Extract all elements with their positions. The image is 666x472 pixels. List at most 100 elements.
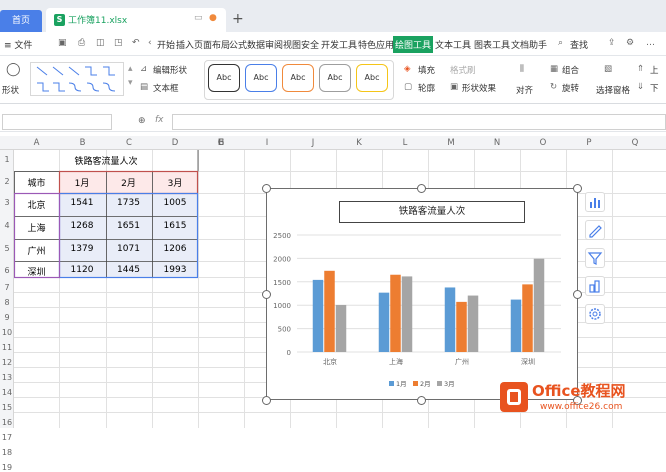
table-cell[interactable]: 广州 xyxy=(14,244,59,257)
text-box-button[interactable]: 文本框 xyxy=(153,82,179,94)
row-header[interactable]: 7 xyxy=(0,283,14,292)
column-header[interactable]: M xyxy=(428,138,474,148)
column-header[interactable]: H xyxy=(198,138,244,148)
gallery-scroll-icon[interactable]: ▴ xyxy=(128,64,133,74)
resize-handle[interactable] xyxy=(417,184,426,193)
select-pane-button[interactable]: 选择窗格 xyxy=(596,84,630,96)
table-cell[interactable]: 1379 xyxy=(59,244,105,254)
edit-shape-button[interactable]: 编辑形状 xyxy=(153,64,187,76)
rotate-button[interactable]: 旋转 xyxy=(562,82,579,94)
menu-item-insert[interactable]: 插入 xyxy=(176,38,194,51)
menu-item-review[interactable]: 审阅 xyxy=(265,38,283,51)
table-cell[interactable]: 1615 xyxy=(152,221,198,231)
menu-item-data[interactable]: 数据 xyxy=(247,38,265,51)
menu-item-formula[interactable]: 公式 xyxy=(229,38,247,51)
row-header[interactable]: 11 xyxy=(0,343,14,352)
preview-icon[interactable]: ◫ xyxy=(96,38,105,48)
column-header[interactable]: I xyxy=(244,138,290,148)
table-cell[interactable]: 1071 xyxy=(105,244,152,254)
row-header[interactable]: 13 xyxy=(0,373,14,382)
chart-filter-button[interactable] xyxy=(585,248,605,268)
table-cell[interactable]: 1445 xyxy=(105,265,152,275)
table-title[interactable]: 铁路客流量人次 xyxy=(14,154,198,167)
resize-handle[interactable] xyxy=(262,290,271,299)
column-header[interactable]: C xyxy=(106,138,152,148)
shape-icon[interactable]: ◯ xyxy=(6,62,21,77)
table-cell[interactable]: 1993 xyxy=(152,265,198,275)
column-header[interactable]: K xyxy=(336,138,382,148)
menu-item-chart-tools[interactable]: 图表工具 xyxy=(474,38,510,51)
resize-handle[interactable] xyxy=(262,184,271,193)
shape-button[interactable]: 形状 xyxy=(2,84,19,96)
row-header[interactable]: 6 xyxy=(0,266,14,275)
resize-handle[interactable] xyxy=(573,290,582,299)
chart-type-button[interactable] xyxy=(585,276,605,296)
menu-item-start[interactable]: 开始 xyxy=(157,38,175,51)
format-brush-button[interactable]: 格式刷 xyxy=(450,64,476,76)
table-cell[interactable]: 北京 xyxy=(14,198,59,211)
row-header[interactable]: 1 xyxy=(0,155,14,164)
settings-icon[interactable]: ⚙ xyxy=(626,38,634,48)
align-button[interactable]: 对齐 xyxy=(516,84,533,96)
menu-item-drawing-tools[interactable]: 绘图工具 xyxy=(393,36,434,53)
menu-item-text-tools[interactable]: 文本工具 xyxy=(435,38,471,51)
formula-input[interactable] xyxy=(172,114,666,130)
row-header[interactable]: 5 xyxy=(0,244,14,253)
save-icon[interactable]: ▣ xyxy=(58,38,67,48)
outline-button[interactable]: 轮廓 xyxy=(418,82,435,94)
shape-style-gray[interactable]: Abc xyxy=(319,64,351,92)
column-header[interactable]: A xyxy=(14,138,59,148)
shape-style-blue[interactable]: Abc xyxy=(245,64,277,92)
new-tab-button[interactable]: + xyxy=(232,11,244,27)
more-icon[interactable]: … xyxy=(646,38,655,48)
menu-item-view[interactable]: 视图 xyxy=(283,38,301,51)
search-button[interactable]: 查找 xyxy=(570,38,588,51)
home-tab[interactable]: 首页 xyxy=(0,10,42,32)
row-header[interactable]: 19 xyxy=(0,463,14,472)
resize-handle[interactable] xyxy=(417,396,426,405)
combine-button[interactable]: 组合 xyxy=(562,64,579,76)
row-header[interactable]: 4 xyxy=(0,221,14,230)
menu-item-layout[interactable]: 页面布局 xyxy=(194,38,230,51)
column-header[interactable]: B xyxy=(59,138,106,148)
row-header[interactable]: 8 xyxy=(0,298,14,307)
table-cell[interactable]: 1651 xyxy=(105,221,152,231)
column-header[interactable]: Q xyxy=(612,138,658,148)
export-icon[interactable]: ◳ xyxy=(114,38,123,48)
table-cell[interactable]: 1268 xyxy=(59,221,105,231)
bring-up-button[interactable]: 上 xyxy=(650,64,659,76)
table-header-cell[interactable]: 城市 xyxy=(14,176,59,189)
row-header[interactable]: 18 xyxy=(0,448,14,457)
redo-icon[interactable]: ‹ xyxy=(148,38,152,48)
table-cell[interactable]: 深圳 xyxy=(14,265,59,278)
name-box[interactable] xyxy=(2,114,112,130)
menu-item-doc-assistant[interactable]: 文档助手 xyxy=(511,38,547,51)
table-cell[interactable]: 1206 xyxy=(152,244,198,254)
share-icon[interactable]: ⇪ xyxy=(608,38,616,48)
fx-label[interactable]: fx xyxy=(155,115,164,125)
row-header[interactable]: 17 xyxy=(0,433,14,442)
search-icon[interactable]: ⌕ xyxy=(558,38,563,48)
gallery-expand-icon[interactable]: ▾ xyxy=(128,78,133,88)
file-menu[interactable]: ≡ 文件 xyxy=(4,38,32,51)
row-header[interactable]: 15 xyxy=(0,403,14,412)
table-cell[interactable]: 上海 xyxy=(14,221,59,234)
menu-item-developer[interactable]: 开发工具 xyxy=(321,38,357,51)
chart-style-button[interactable] xyxy=(585,220,605,240)
column-header[interactable]: J xyxy=(290,138,336,148)
table-header-cell[interactable]: 1月 xyxy=(59,176,105,189)
table-header-cell[interactable]: 2月 xyxy=(105,176,152,189)
column-header[interactable]: N xyxy=(474,138,520,148)
row-header[interactable]: 16 xyxy=(0,418,14,427)
row-header[interactable]: 2 xyxy=(0,177,14,186)
line-shape-gallery[interactable] xyxy=(30,62,124,96)
shape-style-orange[interactable]: Abc xyxy=(282,64,314,92)
undo-icon[interactable]: ↶ xyxy=(132,38,140,48)
shape-style-yellow[interactable]: Abc xyxy=(356,64,388,92)
table-cell[interactable]: 1005 xyxy=(152,198,198,208)
row-header[interactable]: 12 xyxy=(0,358,14,367)
row-header[interactable]: 14 xyxy=(0,388,14,397)
column-header[interactable]: D xyxy=(152,138,198,148)
window-icon[interactable]: ▭ xyxy=(194,13,203,23)
column-header[interactable]: P xyxy=(566,138,612,148)
